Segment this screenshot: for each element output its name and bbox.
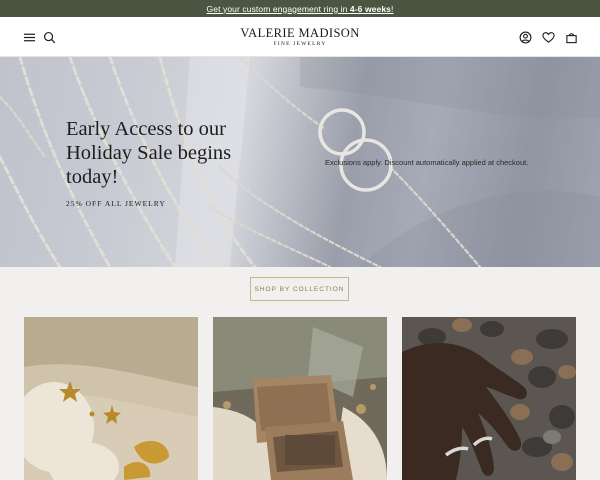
shop-by-collection-label: SHOP BY COLLECTION — [254, 285, 345, 293]
bag-icon[interactable] — [563, 29, 579, 45]
earrings-image — [24, 317, 198, 480]
announcement-text: Get your custom engagement ring in — [206, 3, 350, 14]
announcement-link[interactable]: Get your custom engagement ring in 4-6 w… — [207, 4, 394, 14]
hand-with-rings-image — [402, 317, 576, 480]
menu-icon[interactable] — [21, 29, 37, 45]
collection-card-earrings[interactable] — [24, 317, 198, 480]
shop-by-collection-button[interactable]: SHOP BY COLLECTION — [250, 277, 349, 301]
logo-wordmark: VALERIE MADISON — [240, 26, 360, 40]
ring-box-image — [213, 317, 387, 480]
logo-tagline: FINE JEWELRY — [273, 41, 327, 47]
search-icon[interactable] — [41, 29, 57, 45]
site-logo[interactable]: VALERIE MADISON FINE JEWELRY — [240, 26, 360, 48]
hero-headline: Early Access to our Holiday Sale begins … — [66, 118, 232, 188]
heart-icon[interactable] — [540, 29, 556, 45]
collection-card-ring-box[interactable] — [213, 317, 387, 480]
announcement-text-end: ! — [390, 3, 394, 14]
hero-banner[interactable]: Early Access to our Holiday Sale begins … — [0, 57, 600, 267]
announcement-highlight: 4-6 weeks — [349, 3, 391, 14]
site-header: VALERIE MADISON FINE JEWELRY — [0, 17, 600, 57]
account-icon[interactable] — [517, 29, 533, 45]
collection-card-rings[interactable] — [402, 317, 576, 480]
hero-disclaimer: Exclusions apply. Discount automatically… — [325, 158, 529, 167]
announcement-bar: Get your custom engagement ring in 4-6 w… — [0, 0, 600, 17]
hero-subheading: 25% OFF ALL JEWELRY — [66, 199, 166, 208]
